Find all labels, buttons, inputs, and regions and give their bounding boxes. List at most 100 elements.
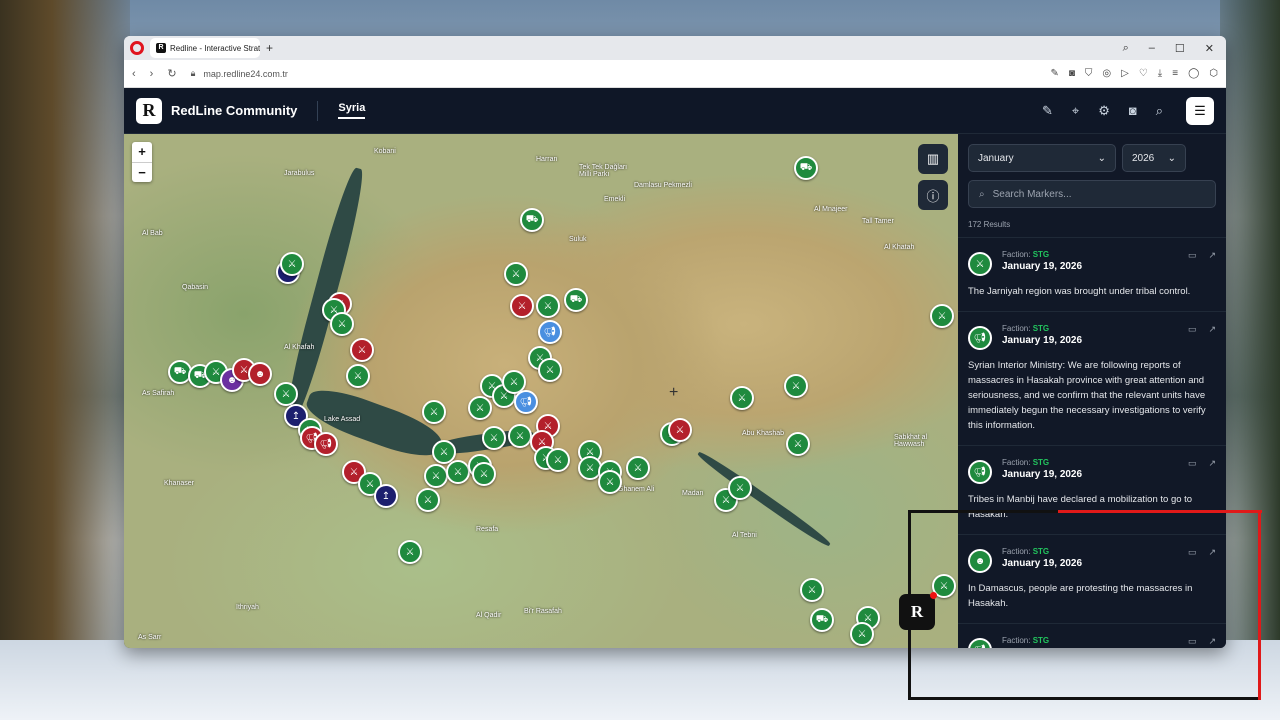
zoom-in-button[interactable]: + <box>132 142 152 162</box>
item-text: The Jarniyah region was brought under tr… <box>968 286 1191 297</box>
maximize-icon[interactable]: ☐ <box>1175 42 1185 55</box>
marker-rifle-icon[interactable]: ⚔ <box>510 294 534 318</box>
heart-icon[interactable]: ♡ <box>1139 68 1148 79</box>
settings-gear-icon[interactable]: ⚙ <box>1098 103 1110 119</box>
close-window-icon[interactable]: ✕ <box>1205 42 1214 55</box>
marker-rifle-icon[interactable]: ⚔ <box>784 374 808 398</box>
marker-transport-icon[interactable]: ⛟ <box>520 208 544 232</box>
marker-rifle-icon[interactable]: ⚔ <box>930 304 954 328</box>
map-label: Abu Khashab <box>742 430 785 437</box>
marker-rifle-icon[interactable]: ⚔ <box>280 252 304 276</box>
search-placeholder: Search Markers... <box>992 188 1072 200</box>
marker-megaphone-icon[interactable]: 📢︎ <box>538 320 562 344</box>
browser-tab[interactable]: R Redline - Interactive Strate × <box>150 38 260 58</box>
marker-transport-icon[interactable]: ⛟ <box>564 288 588 312</box>
zoom-out-button[interactable]: − <box>132 162 152 182</box>
marker-rifle-icon[interactable]: ⚔ <box>800 578 824 602</box>
marker-rifle-icon[interactable]: ⚔ <box>422 400 446 424</box>
marker-rifle-icon[interactable]: ⚔ <box>536 294 560 318</box>
back-icon[interactable]: ‹ <box>132 68 136 80</box>
hamburger-menu-button[interactable]: ☰ <box>1186 96 1214 125</box>
video-icon[interactable]: ▭ <box>1188 324 1197 335</box>
marker-rifle-icon[interactable]: ⚔ <box>504 262 528 286</box>
marker-rifle-icon[interactable]: ⚔ <box>472 462 496 486</box>
minimize-icon[interactable]: – <box>1149 42 1155 55</box>
item-text: Syrian Interior Ministry: We are followi… <box>968 360 1206 431</box>
map-label: Tall Tamer <box>862 218 894 225</box>
map-layers-button[interactable]: ▥ <box>918 144 948 174</box>
external-link-icon[interactable]: ↗ <box>1208 458 1216 469</box>
month-select[interactable]: January ⌄ <box>968 144 1116 172</box>
shield-icon[interactable]: ⛉ <box>1085 68 1093 79</box>
marker-rifle-icon[interactable]: ⚔ <box>538 358 562 382</box>
marker-rifle-icon[interactable]: ⚔ <box>626 456 650 480</box>
marker-transport-icon[interactable]: ⛟ <box>810 608 834 632</box>
camera-icon[interactable]: ◙ <box>1069 68 1075 79</box>
overlay-red-line <box>1258 510 1261 700</box>
new-tab-icon[interactable]: + <box>266 41 273 55</box>
year-select[interactable]: 2026 ⌄ <box>1122 144 1186 172</box>
profile-icon[interactable]: ◯ <box>1188 68 1199 79</box>
marker-rifle-icon[interactable]: ⚔ <box>416 488 440 512</box>
marker-rifle-icon[interactable]: ⚔ <box>468 396 492 420</box>
megaphone-icon: 📢︎ <box>968 460 992 484</box>
marker-megaphone-icon[interactable]: 📢︎ <box>314 432 338 456</box>
marker-rifle-icon[interactable]: ⚔ <box>446 460 470 484</box>
list-item[interactable]: ⚔ Faction: STG January 19, 2026 ▭ ↗ The J… <box>958 238 1226 312</box>
marker-search-input[interactable]: ⌕ Search Markers... <box>968 180 1216 208</box>
external-link-icon[interactable]: ↗ <box>1208 250 1216 261</box>
app-logo[interactable]: R <box>136 97 162 124</box>
search-icon[interactable]: ⌕ <box>1156 103 1163 119</box>
marker-people-icon[interactable]: ☻ <box>248 362 272 386</box>
map-canvas[interactable]: Kobani Jarabulus Harran Tek Tek Dağları … <box>124 134 958 648</box>
reload-icon[interactable]: ↻ <box>167 67 176 80</box>
zoom-control: + − <box>132 142 152 182</box>
marker-rifle-icon[interactable]: ⚔ <box>546 448 570 472</box>
marker-rifle-icon[interactable]: ⚔ <box>330 312 354 336</box>
marker-missile-icon[interactable]: ↥ <box>374 484 398 508</box>
marker-rifle-icon[interactable]: ⚔ <box>730 386 754 410</box>
play-icon[interactable]: ▷ <box>1121 68 1129 79</box>
marker-transport-icon[interactable]: ⛟ <box>794 156 818 180</box>
download-icon[interactable]: ⤓ <box>1158 68 1162 79</box>
marker-rifle-icon[interactable]: ⚔ <box>598 470 622 494</box>
marker-rifle-icon[interactable]: ⚔ <box>482 426 506 450</box>
marker-rifle-icon[interactable]: ⚔ <box>398 540 422 564</box>
marker-rifle-icon[interactable]: ⚔ <box>424 464 448 488</box>
overlay-frame <box>908 510 1261 700</box>
location-pin-icon[interactable]: ⌖ <box>1072 103 1079 119</box>
marker-rifle-icon[interactable]: ⚔ <box>508 424 532 448</box>
marker-megaphone-icon[interactable]: 📢︎ <box>514 390 538 414</box>
extensions-icon[interactable]: ⬡ <box>1209 68 1218 79</box>
forward-icon[interactable]: › <box>150 68 154 80</box>
marker-rifle-icon[interactable]: ⚔ <box>350 338 374 362</box>
vpn-icon[interactable]: ◎ <box>1102 68 1111 79</box>
month-value: January <box>978 152 1014 164</box>
screenshot-camera-icon[interactable]: ◙ <box>1129 103 1137 118</box>
item-date: January 19, 2026 <box>1002 261 1083 272</box>
marker-rifle-icon[interactable]: ⚔ <box>786 432 810 456</box>
draw-icon[interactable]: ✎ <box>1042 103 1053 119</box>
brand-name[interactable]: RedLine Community <box>171 103 297 118</box>
marker-rifle-icon[interactable]: ⚔ <box>850 622 874 646</box>
video-icon[interactable]: ▭ <box>1188 458 1197 469</box>
url-field[interactable]: 🔒︎ map.redline24.com.tr <box>191 68 288 79</box>
marker-rifle-icon[interactable]: ⚔ <box>668 418 692 442</box>
marker-rifle-icon[interactable]: ⚔ <box>728 476 752 500</box>
video-icon[interactable]: ▭ <box>1188 250 1197 261</box>
opera-icon[interactable] <box>130 41 144 55</box>
marker-rifle-icon[interactable]: ⚔ <box>274 382 298 406</box>
map-label: Al Khatah <box>884 244 915 251</box>
menu-lines-icon[interactable]: ≡ <box>1172 68 1178 79</box>
edit-icon[interactable]: ✎ <box>1050 68 1058 79</box>
nav-tab-syria[interactable]: Syria <box>338 102 366 119</box>
window-controls: ⌕ – ☐ ✕ <box>1123 42 1220 55</box>
map-icon: ▥ <box>926 151 940 166</box>
divider <box>317 100 319 121</box>
search-tabs-icon[interactable]: ⌕ <box>1123 42 1129 55</box>
map-label: Ithriyah <box>236 604 259 611</box>
external-link-icon[interactable]: ↗ <box>1208 324 1216 335</box>
map-info-button[interactable]: ⓘ <box>918 180 948 210</box>
marker-rifle-icon[interactable]: ⚔ <box>346 364 370 388</box>
list-item[interactable]: 📢︎ Faction: STG January 19, 2026 ▭ ↗ Syri… <box>958 312 1226 446</box>
